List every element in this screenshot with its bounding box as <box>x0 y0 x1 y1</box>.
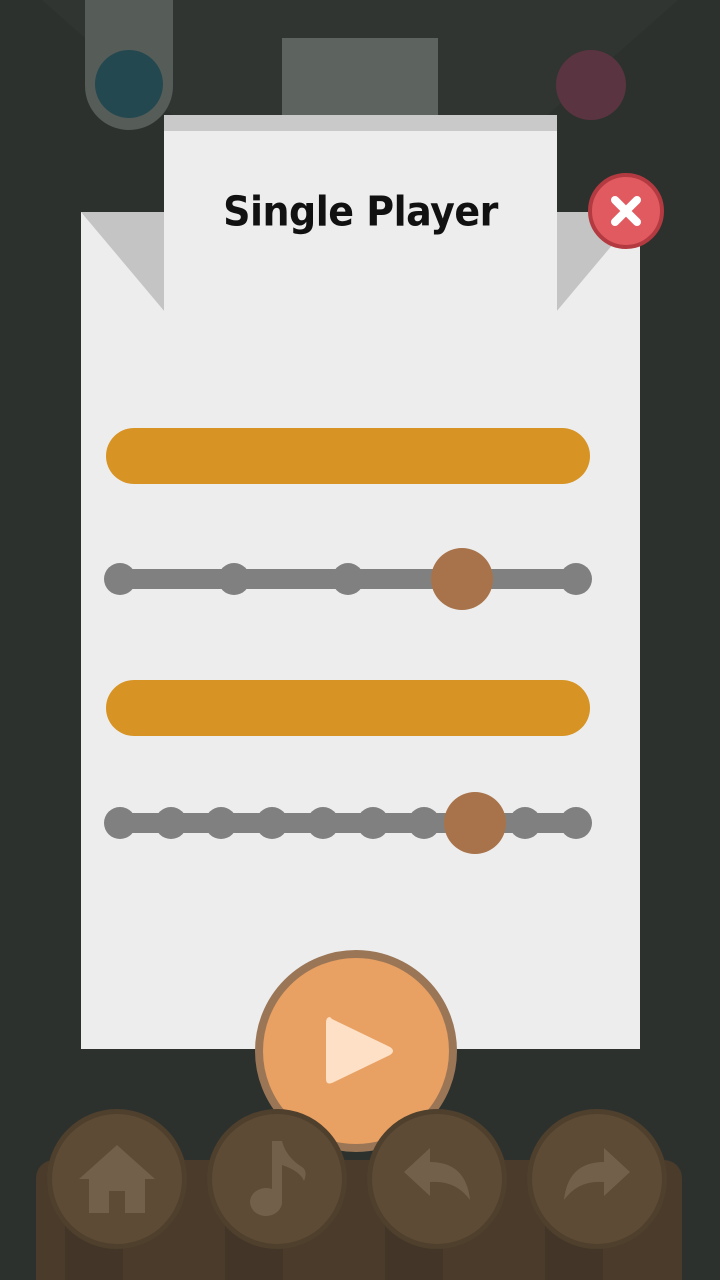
option-bar-1 <box>106 428 590 484</box>
step-slider-1[interactable] <box>104 548 592 610</box>
slider-knob[interactable] <box>431 548 493 610</box>
redo-button[interactable] <box>527 1109 667 1249</box>
slider-stop[interactable] <box>357 807 390 839</box>
red-ball <box>556 50 626 120</box>
home-icon <box>79 1145 155 1213</box>
dialog-title: Single Player <box>223 187 498 236</box>
slider-knob[interactable] <box>443 792 506 854</box>
step-slider-2[interactable] <box>104 792 592 854</box>
play-icon <box>326 1017 393 1084</box>
settings-panel <box>81 212 640 1049</box>
slider-stop[interactable] <box>306 807 339 839</box>
music-note-icon <box>250 1141 306 1216</box>
slider-stop[interactable] <box>154 807 187 839</box>
home-button[interactable] <box>47 1109 187 1249</box>
slider-stop[interactable] <box>104 807 136 839</box>
slider-stop[interactable] <box>509 807 542 839</box>
blue-ball <box>95 50 163 118</box>
slider-stop[interactable] <box>256 807 288 839</box>
music-button[interactable] <box>207 1109 347 1249</box>
slider-stop[interactable] <box>104 563 136 595</box>
close-button[interactable] <box>588 173 664 249</box>
redo-icon <box>564 1148 630 1200</box>
undo-icon <box>404 1148 470 1200</box>
game-block <box>282 38 438 120</box>
undo-button[interactable] <box>367 1109 507 1249</box>
slider-stop[interactable] <box>332 563 364 595</box>
slider-stop[interactable] <box>560 807 592 839</box>
close-icon <box>611 196 641 226</box>
slider-stop[interactable] <box>560 563 592 595</box>
option-bar-2 <box>106 680 590 736</box>
slider-stop[interactable] <box>218 563 250 595</box>
slider-stop[interactable] <box>408 807 440 839</box>
slider-track <box>120 813 576 833</box>
slider-stop[interactable] <box>205 807 238 839</box>
